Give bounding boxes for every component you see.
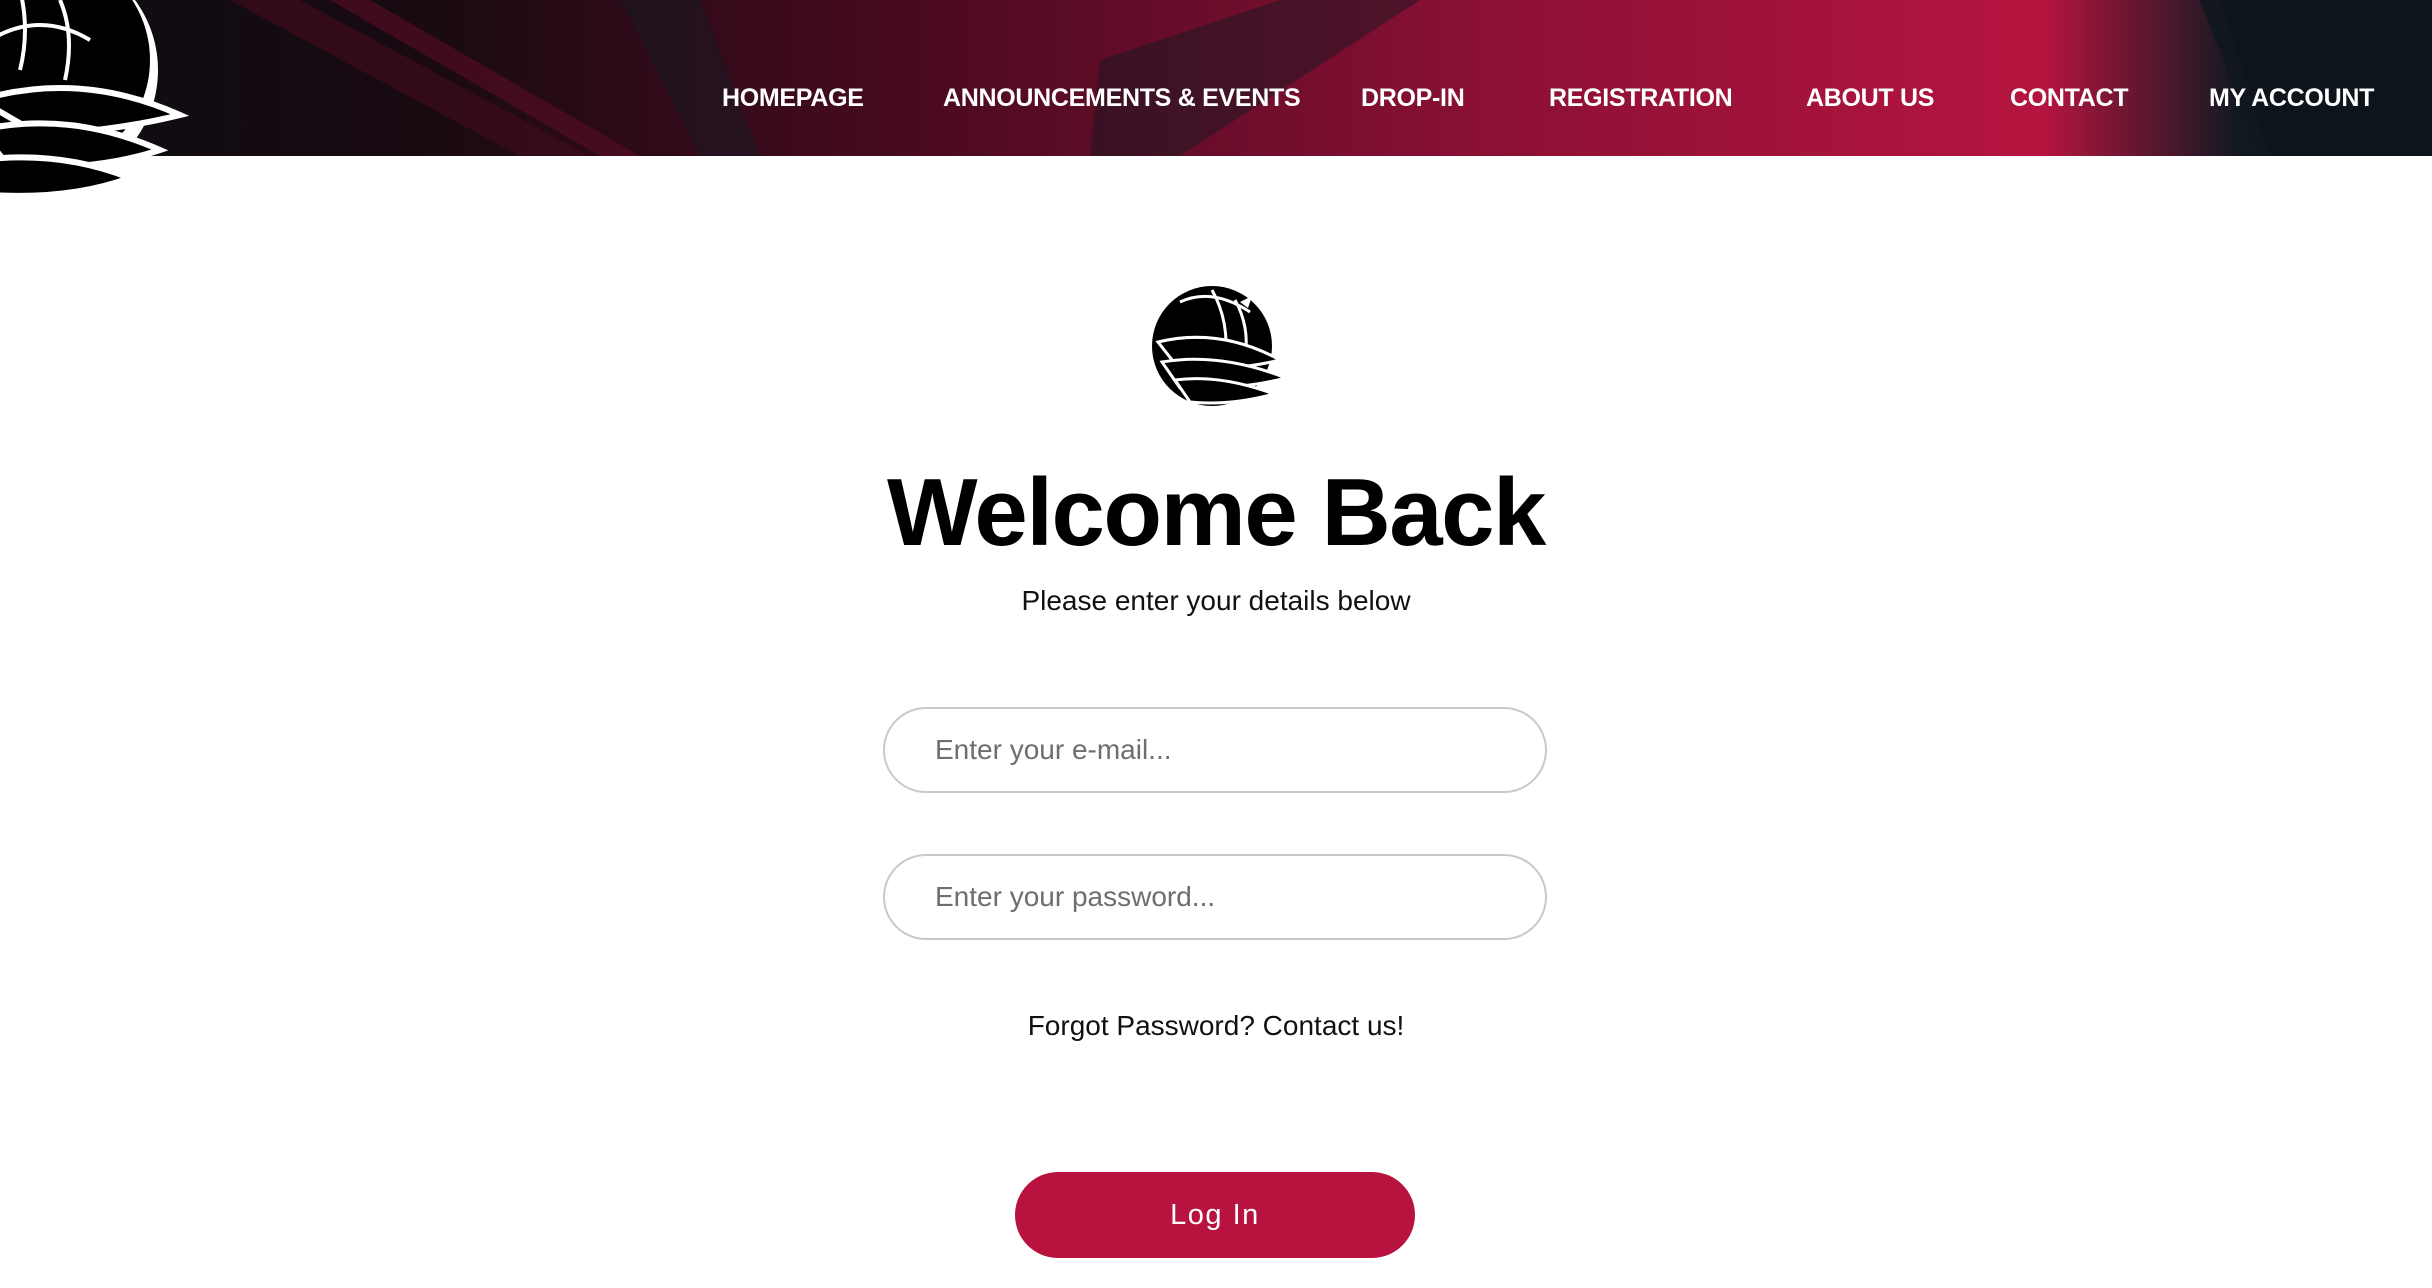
- login-button[interactable]: Log In: [1015, 1172, 1415, 1258]
- nav-item-registration[interactable]: REGISTRATION: [1549, 84, 1733, 120]
- email-field[interactable]: [883, 707, 1547, 793]
- site-header: HOMEPAGE ANNOUNCEMENTS & EVENTS DROP-IN …: [0, 0, 2432, 156]
- raven-volleyball-logo-icon: [1152, 286, 1290, 406]
- forgot-password-link[interactable]: Forgot Password? Contact us!: [0, 1010, 2432, 1042]
- main-nav: HOMEPAGE ANNOUNCEMENTS & EVENTS DROP-IN …: [0, 0, 2432, 156]
- nav-item-contact[interactable]: CONTACT: [2010, 84, 2129, 120]
- nav-item-drop-in[interactable]: DROP-IN: [1361, 84, 1465, 120]
- page-subtitle: Please enter your details below: [1021, 585, 1411, 616]
- nav-item-my-account[interactable]: MY ACCOUNT: [2209, 84, 2374, 120]
- nav-item-announcements-events[interactable]: ANNOUNCEMENTS & EVENTS: [943, 84, 1301, 120]
- page-title: Welcome Back: [887, 459, 1546, 566]
- raven-volleyball-logo-icon[interactable]: [0, 0, 200, 210]
- nav-item-homepage[interactable]: HOMEPAGE: [722, 84, 864, 120]
- nav-item-about-us[interactable]: ABOUT US: [1806, 84, 1934, 120]
- password-field[interactable]: [883, 854, 1547, 940]
